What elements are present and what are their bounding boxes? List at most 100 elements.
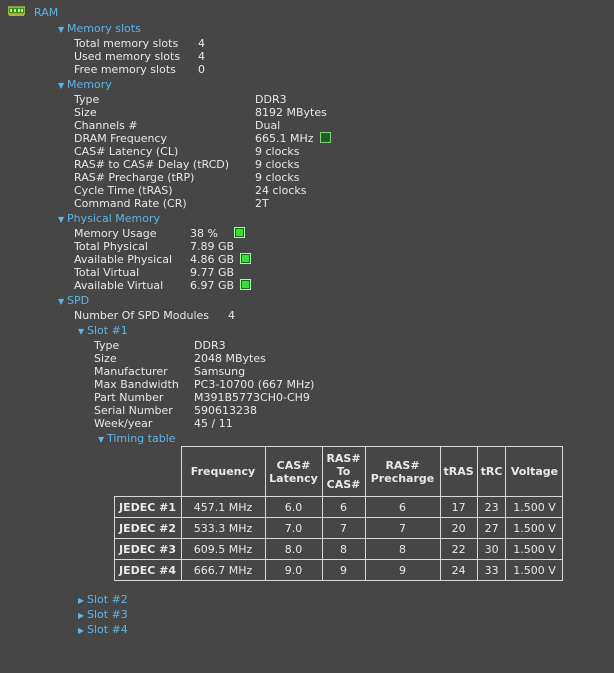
chevron-down-icon[interactable]: ▼	[58, 23, 67, 36]
row-header: JEDEC #1	[114, 496, 182, 518]
row-label: Serial Number	[94, 404, 173, 417]
section-title: Timing table	[107, 432, 176, 445]
column-header: CAS# Latency	[264, 446, 323, 497]
row-label: RAS# to CAS# Delay (tRCD)	[74, 158, 230, 171]
row-label: Memory Usage	[74, 227, 157, 240]
table-cell: 7	[321, 517, 366, 539]
table-cell: 30	[476, 538, 507, 560]
row-value: 6.97 GB	[190, 279, 235, 292]
table-cell: 1.500 V	[505, 538, 564, 560]
section-title: Slot #2	[87, 593, 128, 606]
row-label: Week/year	[94, 417, 153, 430]
row-label: DRAM Frequency	[74, 132, 168, 145]
chevron-down-icon[interactable]: ▼	[58, 213, 67, 226]
row-label: Size	[94, 352, 117, 365]
section-title: Memory slots	[67, 22, 141, 35]
column-header: tRC	[476, 446, 507, 497]
table-cell: 8	[364, 538, 441, 560]
row-value: 4	[198, 37, 205, 50]
row-value: 590613238	[194, 404, 257, 417]
section-title: Slot #1	[87, 324, 128, 337]
column-header: Voltage	[505, 446, 564, 497]
section-slot-2[interactable]: ▶ Slot #2	[78, 593, 128, 607]
table-cell: 1.500 V	[505, 496, 564, 518]
row-value: 9 clocks	[255, 158, 300, 171]
table-row: JEDEC #2 533.3 MHz 7.0 7 7 20 27 1.500 V	[114, 517, 564, 539]
table-row: JEDEC #3 609.5 MHz 8.0 8 8 22 30 1.500 V	[114, 538, 564, 560]
tree-root-ram[interactable]: RAM	[34, 6, 58, 19]
section-memory-slots[interactable]: ▼ Memory slots	[58, 22, 141, 36]
section-title: SPD	[67, 294, 90, 307]
table-cell: 9	[364, 559, 441, 581]
table-cell: 22	[439, 538, 478, 560]
table-cell: 7.0	[264, 517, 323, 539]
row-header: JEDEC #2	[114, 517, 182, 539]
column-header: tRAS	[439, 446, 478, 497]
table-cell: 23	[476, 496, 507, 518]
row-value: 665.1 MHz	[255, 132, 314, 145]
section-title: Slot #3	[87, 608, 128, 621]
row-value: 7.89 GB	[190, 240, 235, 253]
row-value: 24 clocks	[255, 184, 307, 197]
row-label: Size	[74, 106, 97, 119]
section-title: Slot #4	[87, 623, 128, 636]
row-label: Command Rate (CR)	[74, 197, 187, 210]
column-header: RAS# To CAS#	[321, 446, 366, 497]
section-physical-memory[interactable]: ▼ Physical Memory	[58, 212, 160, 226]
table-cell: 20	[439, 517, 478, 539]
row-value-memory-usage: 38 %	[190, 227, 245, 240]
chevron-down-icon[interactable]: ▼	[78, 325, 87, 338]
column-header: Frequency	[180, 446, 266, 497]
row-header: JEDEC #3	[114, 538, 182, 560]
row-label: Max Bandwidth	[94, 378, 179, 391]
row-label: CAS# Latency (CL)	[74, 145, 179, 158]
row-value: Samsung	[194, 365, 246, 378]
row-value: PC3-10700 (667 MHz)	[194, 378, 315, 391]
table-cell: 8.0	[264, 538, 323, 560]
indicator-icon	[319, 132, 331, 143]
table-cell: 1.500 V	[505, 517, 564, 539]
chevron-right-icon[interactable]: ▶	[78, 609, 87, 622]
chevron-down-icon[interactable]: ▼	[58, 79, 67, 92]
spd-modules-label: Number Of SPD Modules	[74, 309, 210, 322]
section-slot-1[interactable]: ▼ Slot #1	[78, 324, 128, 338]
row-value: 8192 MBytes	[255, 106, 327, 119]
chevron-down-icon[interactable]: ▼	[98, 433, 107, 446]
section-slot-3[interactable]: ▶ Slot #3	[78, 608, 128, 622]
table-row: JEDEC #1 457.1 MHz 6.0 6 6 17 23 1.500 V	[114, 496, 564, 518]
indicator-icon	[240, 253, 252, 264]
section-title: Memory	[67, 78, 112, 91]
table-cell: 9	[321, 559, 366, 581]
row-value: 9 clocks	[255, 171, 300, 184]
row-value: 2048 MBytes	[194, 352, 266, 365]
row-label: Available Virtual	[74, 279, 164, 292]
row-label: Channels #	[74, 119, 138, 132]
row-value: DDR3	[255, 93, 287, 106]
row-label: Cycle Time (tRAS)	[74, 184, 173, 197]
chevron-down-icon[interactable]: ▼	[58, 295, 67, 308]
row-value: 0	[198, 63, 205, 76]
row-label: Used memory slots	[74, 50, 181, 63]
table-cell: 6.0	[264, 496, 323, 518]
chevron-right-icon[interactable]: ▶	[78, 624, 87, 637]
section-spd[interactable]: ▼ SPD	[58, 294, 89, 308]
ram-icon	[8, 6, 25, 16]
row-label: Total memory slots	[74, 37, 179, 50]
row-value: DDR3	[194, 339, 226, 352]
row-label: Type	[94, 339, 120, 352]
row-label: Type	[74, 93, 100, 106]
section-timing-table[interactable]: ▼ Timing table	[98, 432, 176, 446]
row-header: JEDEC #4	[114, 559, 182, 581]
section-memory[interactable]: ▼ Memory	[58, 78, 112, 92]
table-header-row: Frequency CAS# Latency RAS# To CAS# RAS# Pre…	[115, 446, 564, 497]
table-cell: 17	[439, 496, 478, 518]
table-cell: 1.500 V	[505, 559, 564, 581]
row-value-dram-frequency: 665.1 MHz	[255, 132, 331, 145]
chevron-right-icon[interactable]: ▶	[78, 594, 87, 607]
row-value: M391B5773CH0-CH9	[194, 391, 310, 404]
row-label: Total Virtual	[74, 266, 140, 279]
row-label: Free memory slots	[74, 63, 176, 76]
table-cell: 7	[364, 517, 441, 539]
table-cell: 609.5 MHz	[180, 538, 266, 560]
section-slot-4[interactable]: ▶ Slot #4	[78, 623, 128, 637]
